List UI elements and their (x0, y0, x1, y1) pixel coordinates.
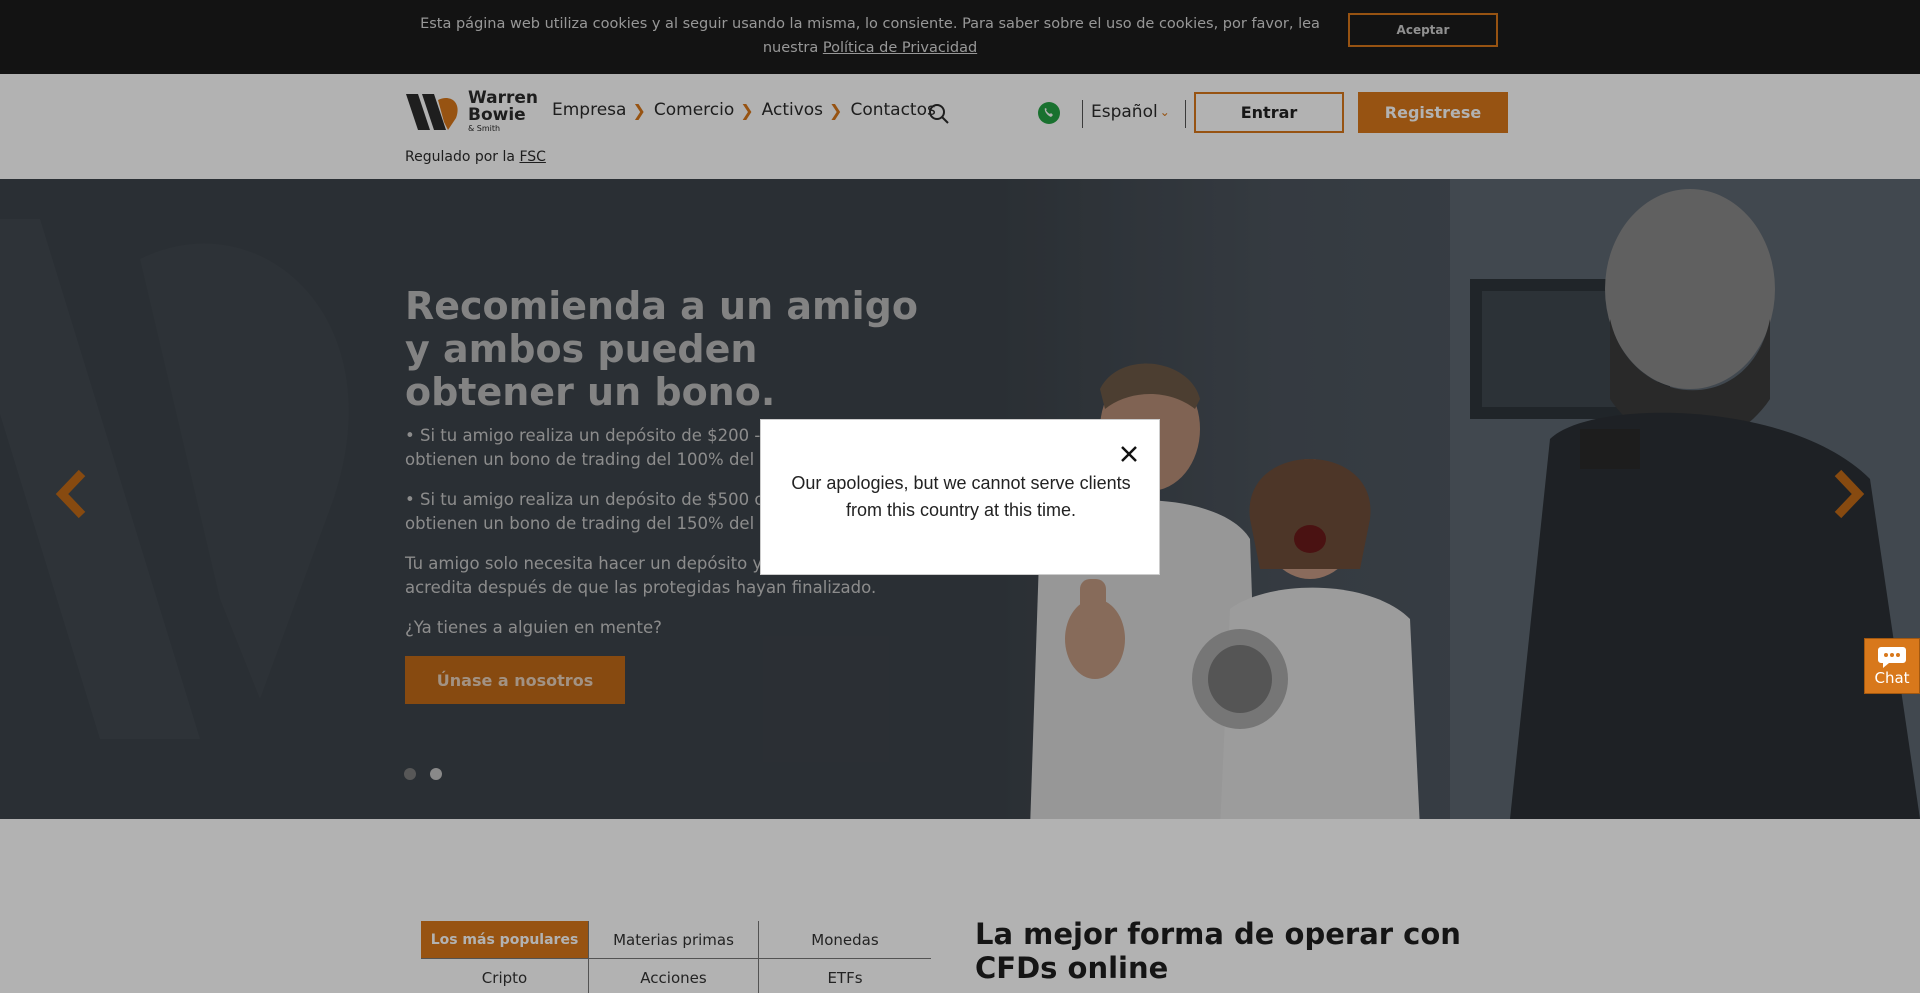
chat-label: Chat (1874, 669, 1910, 687)
chat-widget-button[interactable]: Chat (1864, 638, 1920, 694)
modal-message: Our apologies, but we cannot serve clien… (791, 473, 1131, 520)
close-icon[interactable] (1119, 444, 1139, 464)
chat-bubble-icon (1878, 647, 1906, 668)
geo-block-modal: Our apologies, but we cannot serve clien… (760, 419, 1160, 575)
